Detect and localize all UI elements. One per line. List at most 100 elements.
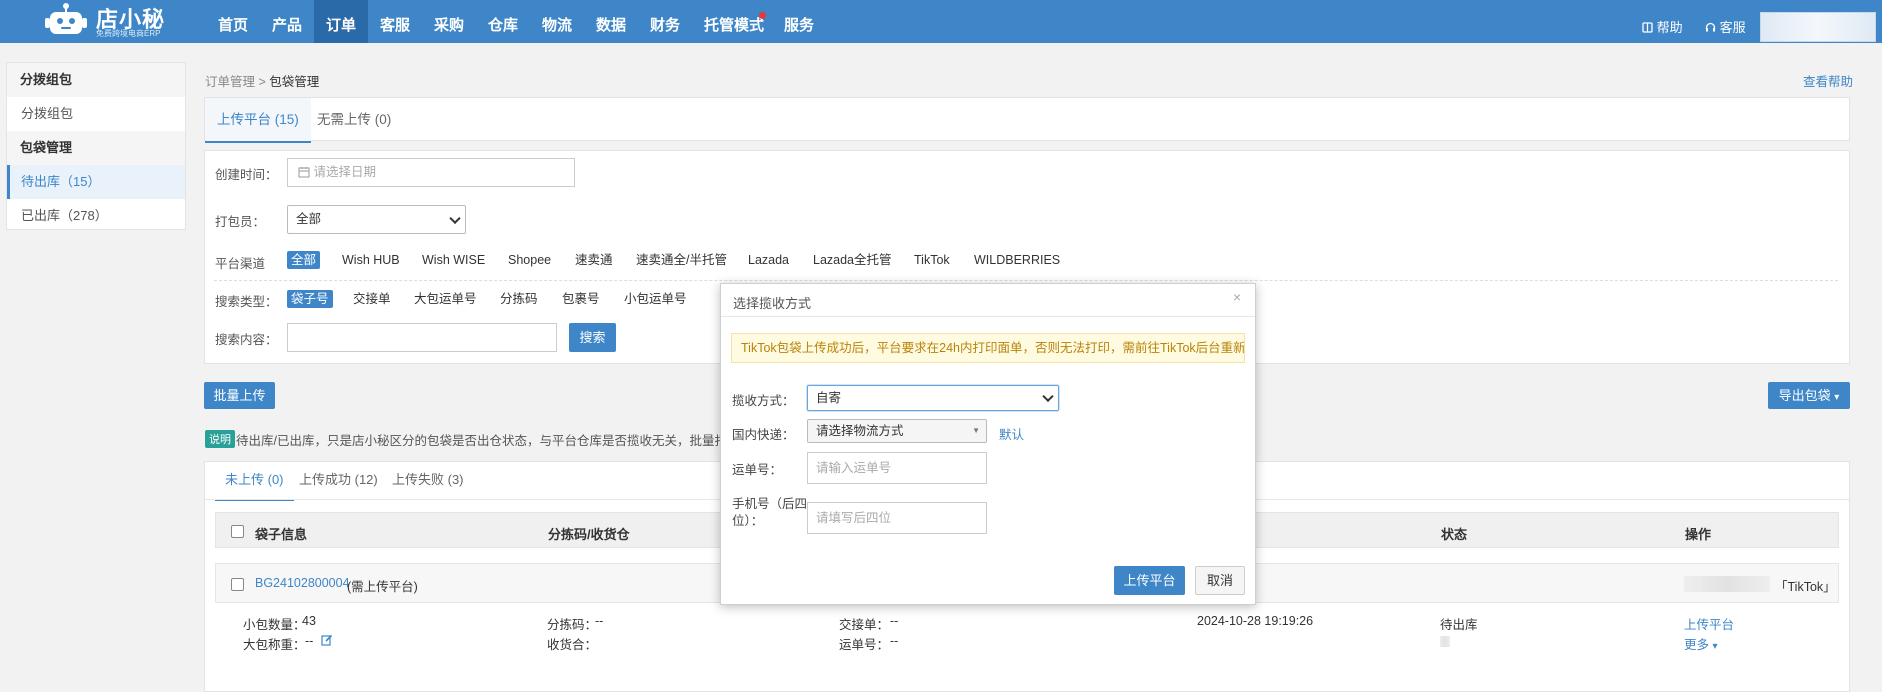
help-menu[interactable]: 帮助: [1642, 17, 1683, 36]
breadcrumb-parent[interactable]: 订单管理: [205, 75, 255, 89]
header-sort-code: 分拣码/收货仓: [548, 527, 630, 542]
nav-service[interactable]: 服务: [772, 0, 826, 43]
search-type-small-waybill[interactable]: 小包运单号: [624, 290, 687, 308]
service-label: 客服: [1719, 20, 1746, 35]
search-button[interactable]: 搜索: [569, 323, 616, 352]
warehouse-label: 收货合：: [547, 638, 598, 652]
pickup-label: 揽收方式：: [732, 394, 795, 408]
confirm-upload-button[interactable]: 上传平台: [1114, 566, 1185, 595]
sidebar-item-shipped[interactable]: 已出库（278）: [7, 199, 185, 233]
header-actions: 操作: [1685, 527, 1712, 542]
nav-purchase[interactable]: 采购: [422, 0, 476, 43]
filter-divider: [214, 280, 1838, 281]
platform-tabs: 上传平台 (15) 无需上传 (0): [204, 97, 1850, 143]
nav-finance[interactable]: 财务: [638, 0, 692, 43]
channel-wildberries[interactable]: WILDBERRIES: [974, 251, 1060, 269]
set-default-link[interactable]: 默认: [999, 424, 1024, 443]
sidebar-item-pending[interactable]: 待出库（15）: [7, 165, 185, 199]
waybill-placeholder: 请输入运单号: [816, 461, 892, 475]
customer-service-menu[interactable]: 客服: [1705, 17, 1746, 36]
channel-tiktok[interactable]: TikTok: [914, 251, 950, 269]
small-count-value: 43: [302, 614, 316, 628]
subtab-upload-success[interactable]: 上传成功 (12): [289, 461, 388, 499]
chevron-down-icon: ▾: [1834, 392, 1840, 403]
view-help-link[interactable]: 查看帮助: [1803, 71, 1853, 90]
search-type-handover[interactable]: 交接单: [353, 290, 391, 308]
chevron-down-icon: [449, 212, 461, 224]
weight-value: --: [305, 634, 314, 648]
channel-lazada[interactable]: Lazada: [748, 251, 789, 269]
notification-dot: [759, 12, 766, 19]
breadcrumb-separator: >: [258, 75, 270, 89]
edit-icon[interactable]: [321, 634, 333, 646]
export-bag-button[interactable]: 导出包袋 ▾: [1768, 382, 1850, 409]
blurred-store-name: [1684, 576, 1770, 592]
channel-aliexpress-hosted[interactable]: 速卖通全/半托管: [636, 251, 727, 269]
channel-shopee[interactable]: Shopee: [508, 251, 551, 269]
search-type-label: 搜索类型：: [215, 295, 278, 309]
search-type-package-no[interactable]: 包裹号: [562, 290, 600, 308]
nav-hosting-mode[interactable]: 托管模式: [692, 0, 776, 43]
book-icon: [1642, 22, 1653, 33]
date-placeholder: 请选择日期: [313, 165, 376, 179]
row-checkbox[interactable]: [231, 578, 244, 591]
bag-note: (需上传平台): [347, 580, 418, 594]
packer-select[interactable]: 全部: [287, 205, 466, 234]
created-time-label: 创建时间：: [215, 168, 278, 182]
breadcrumb-current: 包袋管理: [269, 75, 320, 89]
status-value: 待出库: [1440, 618, 1478, 632]
pickup-select[interactable]: 自寄: [807, 385, 1059, 411]
express-select[interactable]: 请选择物流方式 ▼: [807, 419, 987, 443]
calendar-icon: [298, 167, 310, 178]
upload-platform-link[interactable]: 上传平台: [1684, 614, 1734, 633]
waybill-input[interactable]: 请输入运单号: [807, 452, 987, 484]
bag-id-link[interactable]: BG24102800004: [255, 576, 350, 590]
handover-label: 交接单：: [839, 618, 890, 632]
cancel-button[interactable]: 取消: [1195, 566, 1245, 595]
sidebar: 分拨组包 分拨组包 包袋管理 待出库（15） 已出库（278）: [6, 62, 186, 230]
close-icon[interactable]: ×: [1233, 289, 1241, 305]
channel-aliexpress[interactable]: 速卖通: [575, 251, 613, 269]
phone-last4-input[interactable]: 请填写后四位: [807, 502, 987, 534]
waybill-input-label: 运单号：: [732, 463, 783, 477]
nav-product[interactable]: 产品: [260, 0, 314, 43]
packer-value: 全部: [296, 212, 322, 226]
select-all-checkbox[interactable]: [231, 525, 244, 538]
nav-home[interactable]: 首页: [206, 0, 260, 43]
channel-all[interactable]: 全部: [287, 251, 321, 269]
more-actions-link[interactable]: 更多 ▾: [1684, 634, 1718, 653]
search-type-big-waybill[interactable]: 大包运单号: [414, 290, 477, 308]
tab-upload-platform[interactable]: 上传平台 (15): [205, 98, 311, 143]
note-text: 待出库/已出库，只是店小秘区分的包袋是否出仓状态，与平台仓库是否揽收无关，批量打…: [236, 434, 722, 448]
nav-customer-service[interactable]: 客服: [368, 0, 422, 43]
tab-no-upload[interactable]: 无需上传 (0): [305, 98, 403, 141]
pickup-method-dialog: 选择揽收方式 × TikTok包袋上传成功后，平台要求在24h内打印面单，否则无…: [720, 283, 1256, 605]
platform-label: 「TikTok」: [1775, 580, 1836, 594]
small-count-label: 小包数量：: [243, 618, 306, 632]
search-input[interactable]: [287, 323, 557, 352]
triangle-down-icon: ▼: [972, 426, 980, 435]
weight-label: 大包称重：: [243, 638, 306, 652]
batch-upload-button[interactable]: 批量上传: [204, 382, 275, 409]
subtab-upload-failed[interactable]: 上传失败 (3): [382, 461, 474, 499]
channel-wish-hub[interactable]: Wish HUB: [342, 251, 400, 269]
export-bag-label: 导出包袋: [1778, 388, 1831, 403]
search-type-bag-no[interactable]: 袋子号: [287, 290, 333, 308]
nav-data[interactable]: 数据: [584, 0, 638, 43]
nav-warehouse[interactable]: 仓库: [476, 0, 530, 43]
note-badge: 说明: [205, 430, 235, 448]
nav-order[interactable]: 订单: [314, 0, 369, 43]
nav-logistics[interactable]: 物流: [530, 0, 584, 43]
channel-wish-wise[interactable]: Wish WISE: [422, 251, 485, 269]
headset-icon: [1705, 22, 1716, 32]
packer-label: 打包员：: [215, 215, 266, 229]
user-account-menu[interactable]: [1760, 12, 1876, 42]
channel-lazada-hosted[interactable]: Lazada全托管: [813, 251, 892, 269]
search-type-sort-code[interactable]: 分拣码: [500, 290, 538, 308]
date-picker[interactable]: 请选择日期: [287, 158, 575, 187]
waybill-label: 运单号：: [839, 638, 890, 652]
chevron-down-icon: ▾: [1712, 641, 1718, 652]
subtab-not-uploaded[interactable]: 未上传 (0): [215, 461, 294, 501]
sidebar-item-distribution-packing[interactable]: 分拨组包: [7, 97, 185, 131]
search-content-label: 搜索内容：: [215, 333, 278, 347]
